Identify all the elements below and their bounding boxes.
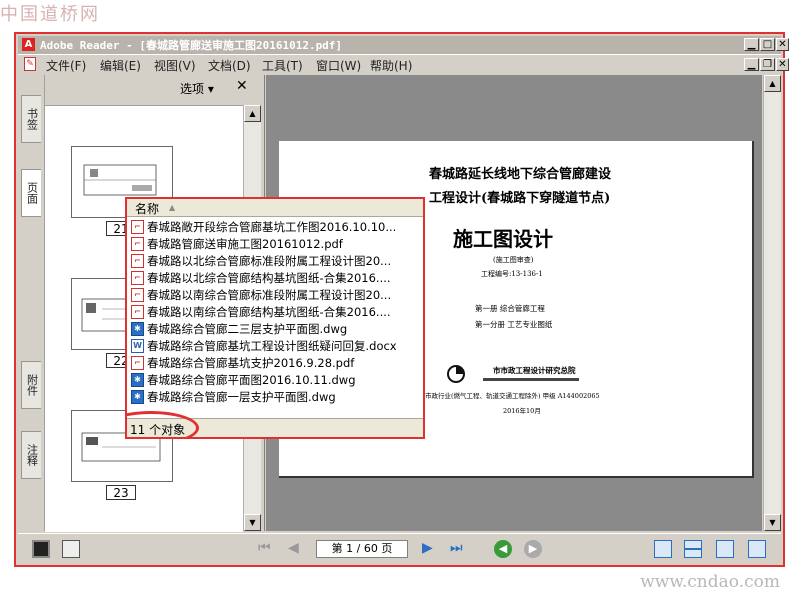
single-page-icon[interactable] xyxy=(654,540,672,558)
pdf-file-icon: ⌐ xyxy=(131,287,144,302)
continuous-page-icon[interactable] xyxy=(684,540,702,558)
first-page-icon[interactable]: ⏮ xyxy=(258,540,271,556)
title-bar: A Adobe Reader - [春城路管廊送审施工图20161012.pdf… xyxy=(18,36,789,55)
facing-pages-icon[interactable] xyxy=(716,540,734,558)
file-list-header: 名称 ▲ xyxy=(127,199,423,217)
scroll-down-icon[interactable]: ▼ xyxy=(244,514,261,531)
pdf-file-icon: ⌐ xyxy=(131,355,144,370)
file-row[interactable]: ⌐ 春城路以南综合管廊结构基坑图纸-合集2016.... xyxy=(131,303,415,320)
file-name: 春城路以南综合管廊结构基坑图纸-合集2016.... xyxy=(147,304,391,319)
tab-bookmarks[interactable]: 书签 xyxy=(21,95,41,143)
window-title: Adobe Reader - [春城路管廊送审施工图20161012.pdf] xyxy=(40,39,343,52)
doc-restore-button[interactable]: ❐ xyxy=(760,58,775,71)
watermark-top: 中国道桥网 xyxy=(0,4,100,25)
go-back-icon[interactable]: ◀ xyxy=(494,540,512,558)
file-name: 春城路以南综合管廊标准段附属工程设计图20... xyxy=(147,287,392,302)
minimize-button[interactable]: ▁ xyxy=(744,38,759,51)
file-name: 春城路综合管廊平面图2016.10.11.dwg xyxy=(147,372,356,387)
file-name: 春城路以北综合管廊结构基坑图纸-合集2016.... xyxy=(147,270,391,285)
institute-logo-icon xyxy=(447,365,465,383)
doc-close-button[interactable]: ✕ xyxy=(776,58,789,71)
file-row[interactable]: ✱ 春城路综合管廊二三层支护平面图.dwg xyxy=(131,320,415,337)
pdf-file-icon: ⌐ xyxy=(131,236,144,251)
file-row[interactable]: ⌐ 春城路管廊送审施工图20161012.pdf xyxy=(131,235,415,252)
file-row[interactable]: ⌐ 春城路以北综合管廊结构基坑图纸-合集2016.... xyxy=(131,269,415,286)
pdf-file-icon: ⌐ xyxy=(131,304,144,319)
menu-document[interactable]: 文档(D) xyxy=(208,57,251,74)
dwg-file-icon: ✱ xyxy=(131,389,144,404)
scroll-up-icon[interactable]: ▲ xyxy=(244,105,261,122)
doc-minimize-button[interactable]: ▁ xyxy=(744,58,759,71)
document-subtitle: (施工图审查) xyxy=(493,256,534,264)
highlight-ellipse xyxy=(127,411,199,437)
file-row[interactable]: ⌐ 春城路综合管廊基坑支护2016.9.28.pdf xyxy=(131,354,415,371)
document-icon[interactable] xyxy=(62,540,80,558)
project-title-line1: 春城路延长线地下综合管廊建设 xyxy=(429,167,612,182)
docx-file-icon: W xyxy=(131,338,144,353)
previous-page-icon[interactable]: ◀ xyxy=(288,540,299,556)
file-name: 春城路综合管廊基坑工程设计图纸疑问回复.docx xyxy=(147,338,397,353)
file-row[interactable]: W 春城路综合管廊基坑工程设计图纸疑问回复.docx xyxy=(131,337,415,354)
monitor-icon[interactable] xyxy=(32,540,50,558)
file-name: 春城路综合管廊二三层支护平面图.dwg xyxy=(147,321,348,336)
pdf-file-icon: ⌐ xyxy=(131,270,144,285)
sort-ascending-icon: ▲ xyxy=(169,203,176,212)
column-name-header[interactable]: 名称 xyxy=(135,200,159,217)
dwg-file-icon: ✱ xyxy=(131,372,144,387)
institute-english-name-bars xyxy=(483,378,579,381)
tab-attachments[interactable]: 附件 xyxy=(21,361,41,409)
document-date: 2016年10月 xyxy=(503,407,541,415)
tab-pages[interactable]: 页面 xyxy=(21,169,41,217)
file-name: 春城路以北综合管廊标准段附属工程设计图20... xyxy=(147,253,392,268)
file-row[interactable]: ✱ 春城路综合管廊一层支护平面图.dwg xyxy=(131,388,415,405)
file-row[interactable]: ⌐ 春城路敞开段综合管廊基坑工作图2016.10.10... xyxy=(131,218,415,235)
tab-comments[interactable]: 注释 xyxy=(21,431,41,479)
scroll-up-icon[interactable]: ▲ xyxy=(764,75,781,92)
status-bar: ⏮ ◀ 第 1 / 60 页 ▶ ⏭ ◀ ▶ xyxy=(18,533,781,564)
subvolume-label: 第一分册 工艺专业图纸 xyxy=(475,320,553,329)
go-forward-icon[interactable]: ▶ xyxy=(524,540,542,558)
watermark-bottom: www.cndao.com xyxy=(640,572,780,592)
nav-tabs: 书签 页面 附件 注释 xyxy=(18,75,45,531)
document-scrollbar[interactable]: ▲ ▼ xyxy=(763,75,781,531)
options-dropdown[interactable]: 选项 ▾ xyxy=(180,80,214,97)
adobe-app-icon: A xyxy=(22,38,35,51)
maximize-button[interactable]: □ xyxy=(760,38,775,51)
menu-window[interactable]: 窗口(W) xyxy=(316,57,361,74)
menu-file[interactable]: 文件(F) xyxy=(46,57,86,74)
pdf-file-icon: ⌐ xyxy=(131,253,144,268)
pdf-doc-icon: ✎ xyxy=(24,57,36,71)
file-list-popup: 名称 ▲ ⌐ 春城路敞开段综合管廊基坑工作图2016.10.10... ⌐ 春城路管廊… xyxy=(125,197,425,439)
institute-name: 市市政工程设计研究总院 xyxy=(493,366,576,375)
document-heading: 施工图设计 xyxy=(453,227,553,251)
file-row[interactable]: ✱ 春城路综合管廊平面图2016.10.11.dwg xyxy=(131,371,415,388)
next-page-icon[interactable]: ▶ xyxy=(422,540,433,556)
volume-label: 第一册 综合管廊工程 xyxy=(475,304,545,313)
close-window-button[interactable]: ✕ xyxy=(776,38,789,51)
file-name: 春城路敞开段综合管廊基坑工作图2016.10.10... xyxy=(147,219,397,234)
file-name: 春城路综合管廊一层支护平面图.dwg xyxy=(147,389,336,404)
project-number: 工程编号:13-136-1 xyxy=(481,270,543,278)
file-row[interactable]: ⌐ 春城路以南综合管廊标准段附属工程设计图20... xyxy=(131,286,415,303)
menu-tools[interactable]: 工具(T) xyxy=(262,57,303,74)
dwg-file-icon: ✱ xyxy=(131,321,144,336)
menu-edit[interactable]: 编辑(E) xyxy=(100,57,141,74)
continuous-facing-icon[interactable] xyxy=(748,540,766,558)
menu-help[interactable]: 帮助(H) xyxy=(370,57,412,74)
qualification-text: 市政行业(燃气工程、轨道交通工程除外) 甲级 A144002065 xyxy=(425,392,600,400)
close-pane-button[interactable]: ✕ xyxy=(236,78,248,94)
project-title-line2: 工程设计(春城路下穿隧道节点) xyxy=(429,191,611,206)
menu-bar: ✎ 文件(F) 编辑(E) 视图(V) 文档(D) 工具(T) 窗口(W) 帮助… xyxy=(18,55,789,74)
menu-view[interactable]: 视图(V) xyxy=(154,57,196,74)
file-name: 春城路综合管廊基坑支护2016.9.28.pdf xyxy=(147,355,355,370)
thumbnail-label: 23 xyxy=(106,485,136,500)
pdf-file-icon: ⌐ xyxy=(131,219,144,234)
page-number-field[interactable]: 第 1 / 60 页 xyxy=(316,540,408,558)
scroll-down-icon[interactable]: ▼ xyxy=(764,514,781,531)
file-name: 春城路管廊送审施工图20161012.pdf xyxy=(147,236,343,251)
last-page-icon[interactable]: ⏭ xyxy=(450,540,463,556)
file-row[interactable]: ⌐ 春城路以北综合管廊标准段附属工程设计图20... xyxy=(131,252,415,269)
